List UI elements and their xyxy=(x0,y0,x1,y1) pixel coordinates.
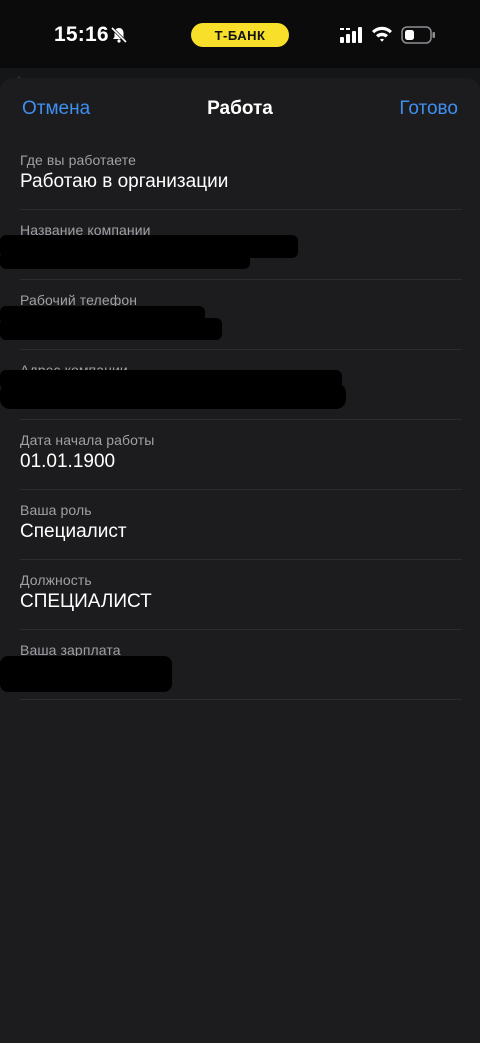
work-sheet: Работа Отмена Готово Где вы работаете Ра… xyxy=(0,78,480,1043)
field-start-date[interactable]: Дата начала работы 01.01.1900 xyxy=(20,420,462,490)
field-work-phone[interactable]: Рабочий телефон xyxy=(0,280,462,350)
bank-pill[interactable]: Т-БАНК xyxy=(191,23,289,47)
field-position[interactable]: Должность СПЕЦИАЛИСТ xyxy=(20,560,462,630)
nav-bar: Работа Отмена Готово xyxy=(0,78,480,140)
field-value: Специалист xyxy=(20,521,127,542)
done-button[interactable]: Готово xyxy=(399,98,458,120)
screen: 15:16 Т-БАНК ‹ Работ xyxy=(0,0,480,1043)
field-label: Должность xyxy=(20,572,92,588)
field-value: СПЕЦИАЛИСТ xyxy=(20,591,152,612)
field-value: Работаю в организации xyxy=(20,171,229,192)
redaction-bar xyxy=(0,656,172,692)
field-salary[interactable]: Ваша зарплата xyxy=(0,630,462,700)
field-role[interactable]: Ваша роль Специалист xyxy=(20,490,462,560)
field-value: 01.01.1900 xyxy=(20,451,116,472)
wifi-icon xyxy=(372,26,392,42)
field-label: Ваша роль xyxy=(20,502,92,518)
status-time: 15:16 xyxy=(54,23,109,46)
battery-icon xyxy=(401,26,435,44)
field-workplace-type[interactable]: Где вы работаете Работаю в организации xyxy=(20,140,462,210)
cancel-button[interactable]: Отмена xyxy=(22,98,90,120)
cellular-signal-icon xyxy=(340,27,362,43)
redaction-bar xyxy=(0,383,346,409)
redaction-bar xyxy=(0,318,222,340)
field-label: Дата начала работы xyxy=(20,432,155,448)
bell-slash-icon xyxy=(110,26,128,44)
field-company-name[interactable]: Название компании xyxy=(0,210,462,280)
redaction-bar xyxy=(0,252,250,269)
status-bar: 15:16 Т-БАНК xyxy=(0,0,480,72)
field-label: Где вы работаете xyxy=(20,152,136,168)
work-fields-list: Где вы работаете Работаю в организации Н… xyxy=(0,140,480,700)
field-company-address[interactable]: Адрес компании xyxy=(0,350,462,420)
